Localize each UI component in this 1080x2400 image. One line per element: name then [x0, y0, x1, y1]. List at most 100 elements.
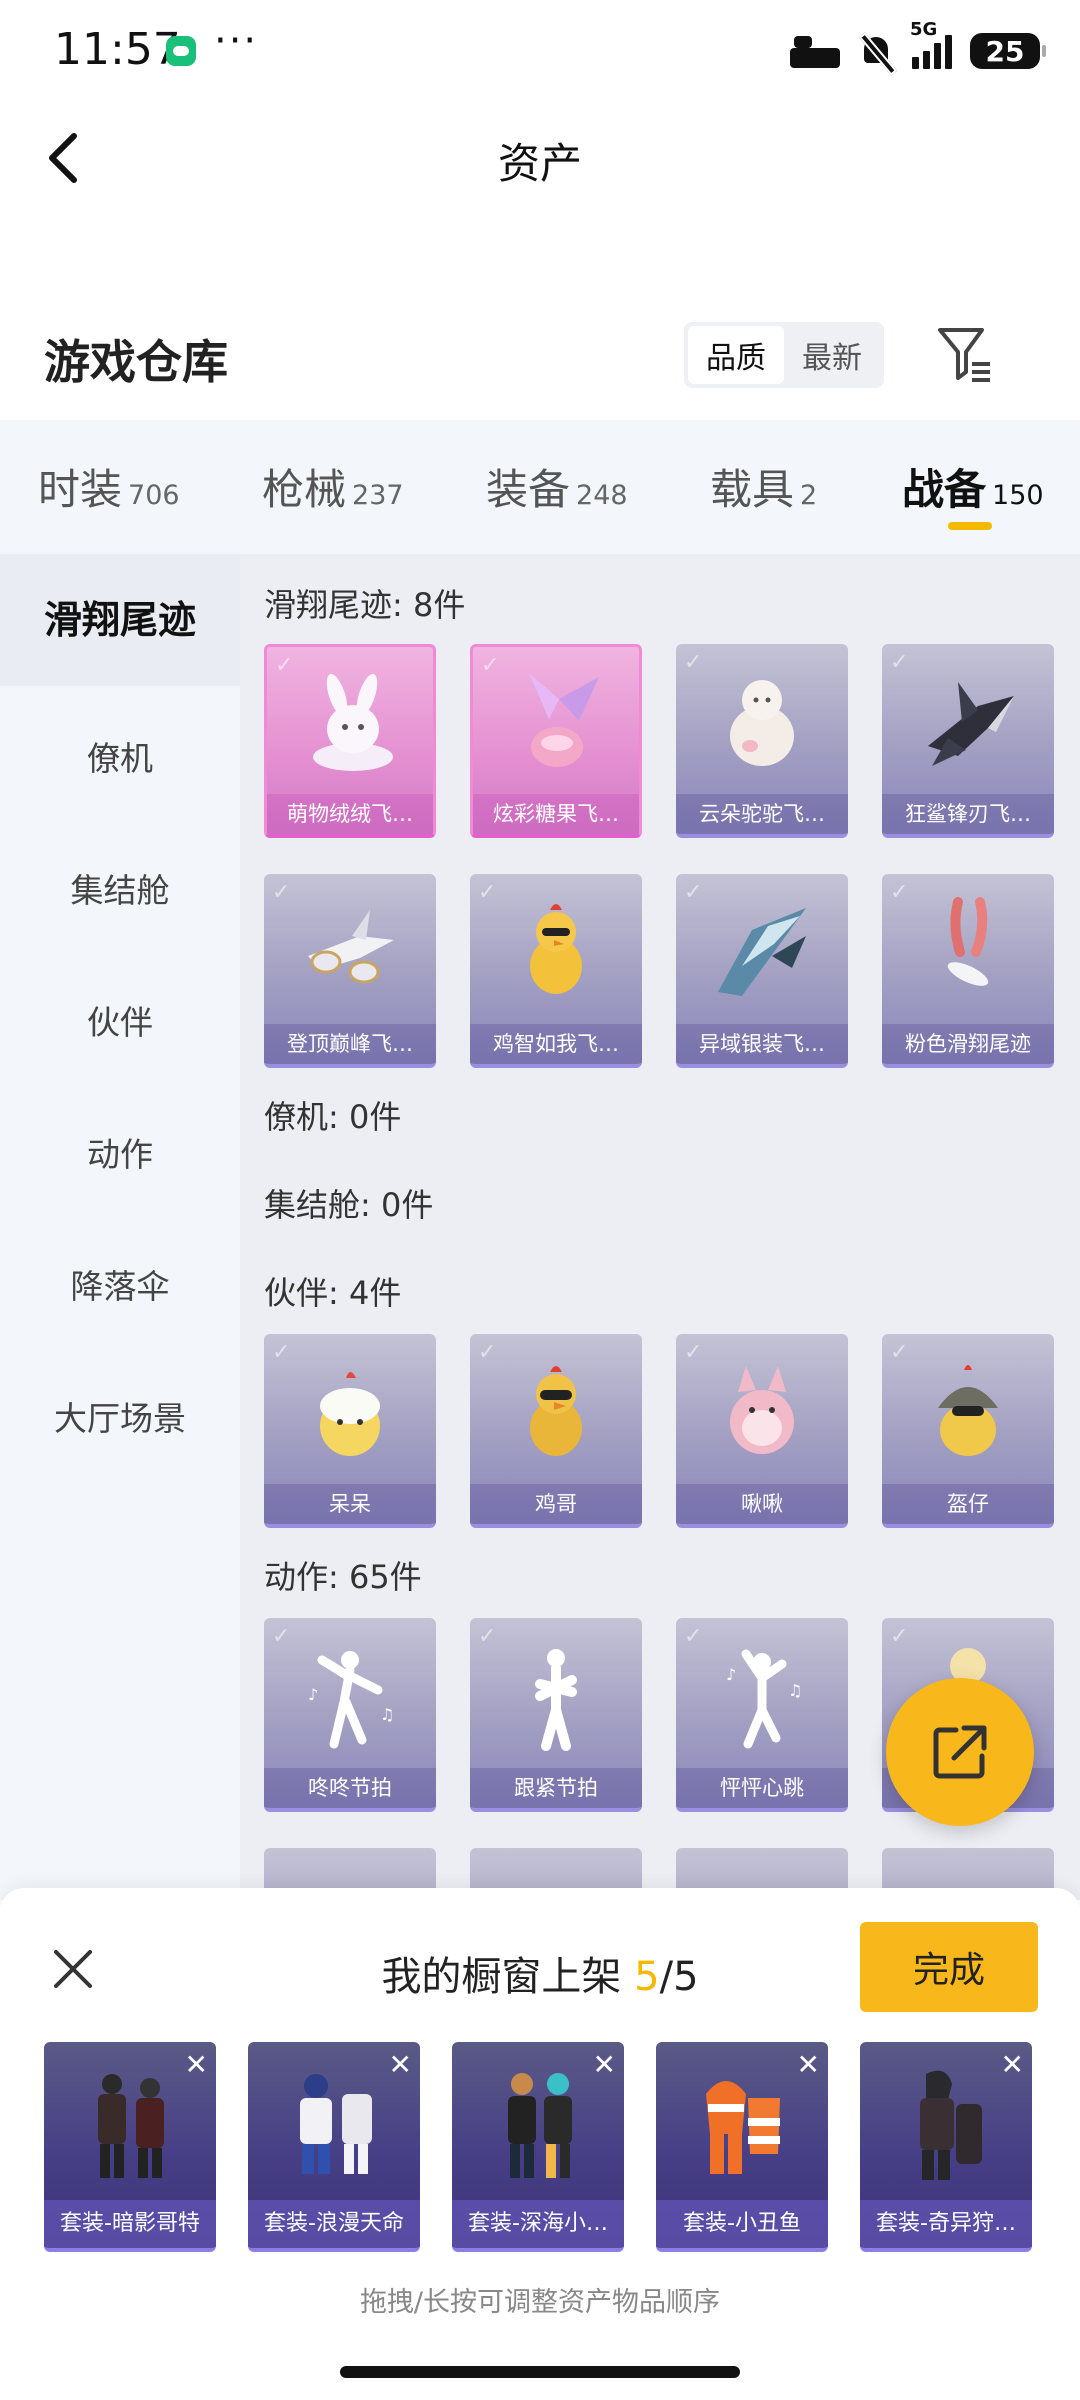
tab-count: 237: [352, 480, 404, 511]
pink-smoke-trail-icon: [947, 897, 989, 986]
remove-icon[interactable]: ✕: [593, 2048, 616, 2081]
asset-card[interactable]: ✓ 异域银装飞…: [676, 874, 848, 1068]
chick-partner-icon: [320, 1372, 380, 1456]
tab-fashion[interactable]: 时装 706: [38, 456, 180, 517]
home-indicator: [340, 2366, 740, 2378]
showcase-item[interactable]: ✕ 套装-深海小…: [452, 2042, 624, 2252]
share-export-button[interactable]: [886, 1678, 1034, 1826]
checkmark-icon: ✓: [890, 1340, 909, 1365]
asset-card[interactable]: ✓ 萌物绒绒飞…: [264, 644, 436, 838]
dance-pose-icon: ♪♫: [308, 1651, 394, 1749]
remove-icon[interactable]: ✕: [797, 2048, 820, 2081]
checkmark-icon: ✓: [478, 1340, 497, 1365]
asset-name: 登顶巅峰飞…: [264, 1024, 436, 1064]
remove-icon[interactable]: ✕: [185, 2048, 208, 2081]
svg-text:♫: ♫: [380, 1705, 394, 1724]
sidebar-item-glide-trail[interactable]: 滑翔尾迹: [0, 554, 240, 686]
heartbeat-pose-icon: ♪♫: [726, 1649, 802, 1749]
tab-count: 706: [128, 480, 180, 511]
asset-name: 萌物绒绒飞…: [267, 794, 433, 834]
sort-quality-button[interactable]: 品质: [688, 326, 784, 384]
asset-name: 狂鲨锋刃飞…: [882, 794, 1054, 834]
network-type: 5G: [910, 19, 938, 40]
checkmark-icon: ✓: [478, 880, 497, 905]
tab-vehicles[interactable]: 载具 2: [710, 456, 817, 517]
asset-card[interactable]: ✓ 云朵驼驼飞…: [676, 644, 848, 838]
showcase-total: /5: [659, 1954, 699, 2000]
status-indicators: 5G 25: [790, 19, 1046, 76]
tab-label: 时装: [38, 465, 123, 514]
asset-name: 怦怦心跳: [676, 1768, 848, 1808]
page-title: 资产: [497, 139, 582, 188]
sort-newest-button[interactable]: 最新: [784, 326, 880, 384]
filter-icon[interactable]: [936, 324, 992, 384]
rooster-partner-icon: [530, 1366, 582, 1456]
tab-equipment[interactable]: 装备 248: [486, 456, 628, 517]
checkmark-icon: ✓: [272, 880, 291, 905]
svg-text:♪: ♪: [726, 1665, 736, 1684]
checkmark-icon: ✓: [272, 1624, 291, 1649]
status-bar: 11:57 ··· 5G 25: [0, 0, 1080, 100]
checkmark-icon: ✓: [275, 653, 294, 678]
asset-name: 啾啾: [676, 1484, 848, 1524]
sidebar-item-wingman[interactable]: 僚机: [0, 732, 240, 780]
showcase-item[interactable]: ✕ 套装-奇异狩…: [860, 2042, 1032, 2252]
wechat-icon: [166, 36, 196, 66]
more-notifications-icon: ···: [214, 18, 259, 64]
svg-text:♪: ♪: [308, 1685, 318, 1704]
showcase-count: 5: [634, 1954, 660, 2000]
asset-name: 呆呆: [264, 1484, 436, 1524]
asset-name: 跟紧节拍: [470, 1768, 642, 1808]
showcase-item[interactable]: ✕ 套装-暗影哥特: [44, 2042, 216, 2252]
asset-card[interactable]: ✓ ♪ ♫ 咚咚节拍: [264, 1618, 436, 1812]
outfit-icon: [98, 2074, 164, 2178]
tab-count: 2: [800, 480, 818, 511]
svg-text:♫: ♫: [788, 1681, 802, 1700]
sidebar-item-parachute[interactable]: 降落伞: [0, 1260, 240, 1308]
checkmark-icon: ✓: [684, 1624, 703, 1649]
showcase-item[interactable]: ✕ 套装-浪漫天命: [248, 2042, 420, 2252]
showcase-item[interactable]: ✕ 套装-小丑鱼: [656, 2042, 828, 2252]
active-tab-indicator: [948, 522, 992, 530]
checkmark-icon: ✓: [890, 650, 909, 675]
checkmark-icon: ✓: [684, 880, 703, 905]
asset-card[interactable]: ✓ 啾啾: [676, 1334, 848, 1528]
asset-card[interactable]: ✓ 跟紧节拍: [470, 1618, 642, 1812]
asset-card[interactable]: ✓ 鸡哥: [470, 1334, 642, 1528]
section-title: 僚机: 0件: [264, 1098, 402, 1136]
remove-icon[interactable]: ✕: [1001, 2048, 1024, 2081]
outfit-icon: [300, 2074, 372, 2174]
candy-glider-icon: [529, 673, 599, 767]
asset-card[interactable]: ✓ 鸡智如我飞…: [470, 874, 642, 1068]
sidebar-item-partner[interactable]: 伙伴: [0, 996, 240, 1044]
asset-card[interactable]: ✓ 呆呆: [264, 1334, 436, 1528]
remove-icon[interactable]: ✕: [389, 2048, 412, 2081]
asset-name: 炫彩糖果飞…: [473, 794, 639, 834]
helmet-chick-partner-icon: [938, 1365, 998, 1456]
asset-card[interactable]: ✓ ♪ ♫ 怦怦心跳: [676, 1618, 848, 1812]
section-title: 滑翔尾迹: 8件: [264, 586, 466, 624]
asset-name: 鸡智如我飞…: [470, 1024, 642, 1064]
sidebar-item-capsule[interactable]: 集结舱: [0, 864, 240, 912]
tab-combat-gear[interactable]: 战备 150: [902, 456, 1044, 517]
alpaca-cloud-icon: [730, 680, 794, 766]
asset-name: 鸡哥: [470, 1484, 642, 1524]
battery-icon: 25: [970, 33, 1046, 69]
asset-card[interactable]: ✓ 炫彩糖果飞…: [470, 644, 642, 838]
category-tabs: 时装 706 枪械 237 装备 248 载具 2 战备 150: [0, 420, 1080, 554]
asset-card[interactable]: ✓ 登顶巅峰飞…: [264, 874, 436, 1068]
tab-count: 150: [992, 480, 1044, 511]
chicken-glider-icon: [530, 904, 582, 994]
done-button[interactable]: 完成: [860, 1922, 1038, 2012]
signal-icon: 5G: [910, 19, 952, 69]
asset-card[interactable]: ✓ 狂鲨锋刃飞…: [882, 644, 1054, 838]
tab-label: 载具: [710, 465, 795, 514]
sidebar-item-lobby-scene[interactable]: 大厅场景: [0, 1392, 240, 1440]
shark-glider-icon: [928, 682, 1014, 766]
asset-card[interactable]: ✓ 盔仔: [882, 1334, 1054, 1528]
checkmark-icon: ✓: [684, 1340, 703, 1365]
sidebar-item-emote[interactable]: 动作: [0, 1128, 240, 1176]
asset-card[interactable]: ✓ 粉色滑翔尾迹: [882, 874, 1054, 1068]
showcase-item-name: 套装-深海小…: [452, 2200, 624, 2248]
tab-firearms[interactable]: 枪械 237: [262, 456, 404, 517]
